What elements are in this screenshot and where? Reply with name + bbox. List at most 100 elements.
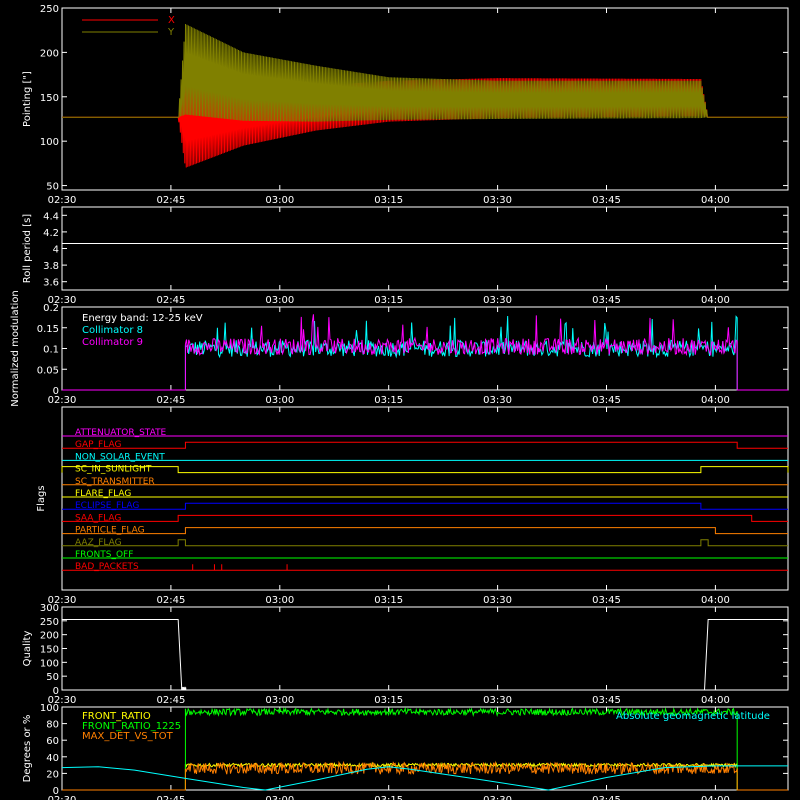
y-axis-label: Flags [36, 485, 47, 511]
y-tick-label: 200 [40, 631, 59, 642]
flag-line-aaz-flag [62, 539, 788, 547]
x-tick-label: 04:00 [701, 295, 730, 306]
x-tick-label: 04:00 [701, 695, 730, 706]
y-tick-label: 0.15 [37, 324, 59, 335]
series-line-collimator-8 [62, 315, 788, 391]
x-tick-label: 04:00 [701, 195, 730, 206]
x-tick-label: 03:00 [265, 195, 294, 206]
legend-label: X [168, 15, 175, 26]
x-tick-label: 03:45 [592, 295, 621, 306]
y-tick-label: 250 [40, 4, 59, 15]
flag-line-sc-in-sunlight [61, 466, 789, 474]
chart-canvas: 02:30 02:45 03:00 03:15 03:30 03:45 04:00 50 100… [10, 4, 789, 800]
y-tick-label: 50 [46, 182, 59, 193]
flag-line-eclipse-flag [62, 502, 788, 510]
legend-label: MAX_DET_VS_TOT [82, 731, 174, 742]
panel-pointing: 02:30 02:45 03:00 03:15 03:30 03:45 04:00 50 100… [22, 4, 789, 206]
panel-flags: 02:30 02:45 03:00 03:15 03:30 03:45 04:00Flags… [36, 406, 789, 606]
y-tick-label: 0.2 [43, 303, 59, 314]
y-tick-label: 4 [53, 245, 59, 256]
y-axis-label: Degrees or % [22, 715, 33, 783]
y-tick-label: 0 [53, 686, 59, 697]
x-tick-label: 02:45 [156, 295, 185, 306]
y-tick-label: 40 [46, 753, 59, 764]
flag-label: PARTICLE_FLAG [75, 526, 145, 536]
x-tick-label: 03:00 [265, 795, 294, 800]
flag-label: BAD_PACKETS [75, 562, 139, 572]
y-tick-label: 3.8 [43, 261, 59, 272]
x-tick-label: 03:30 [483, 595, 512, 606]
x-tick-label: 02:45 [156, 195, 185, 206]
legend-label: Collimator 8 [82, 325, 143, 336]
y-tick-label: 150 [40, 93, 59, 104]
x-tick-label: 03:15 [374, 395, 403, 406]
y-tick-label: 0 [53, 386, 59, 397]
y-tick-label: 60 [46, 736, 59, 747]
panel-frame [61, 406, 789, 591]
y-tick-label: 0 [53, 786, 59, 797]
y-axis-label: Quality [22, 631, 33, 667]
y-tick-label: 150 [40, 645, 59, 656]
y-tick-label: 100 [40, 137, 59, 148]
legend-label: Absolute geomagnetic latitude [616, 711, 770, 722]
flag-label: FRONTS_OFF [75, 550, 133, 560]
flag-line-saa-flag [62, 514, 788, 522]
x-tick-label: 04:00 [701, 795, 730, 800]
x-tick-label: 03:15 [374, 695, 403, 706]
flag-line-particle-flag [62, 527, 788, 535]
y-tick-label: 300 [40, 603, 59, 614]
panel-quality: 02:30 02:45 03:00 03:15 03:30 03:45 04:0005010… [22, 603, 789, 706]
y-tick-label: 0.05 [37, 365, 59, 376]
panel-modulation: 02:30 02:45 03:00 03:15 03:30 03:45 04:0000.05… [10, 290, 789, 407]
series-line-y [62, 24, 788, 122]
x-tick-label: 03:15 [374, 795, 403, 800]
x-tick-label: 03:00 [265, 595, 294, 606]
x-tick-label: 02:30 [48, 195, 77, 206]
x-tick-label: 03:45 [592, 795, 621, 800]
panel-ratios: 02:3002:4503:0003:1503:3003:4504:0002040… [22, 703, 789, 800]
flag-label: FLARE_FLAG [75, 489, 131, 499]
x-tick-label: 02:45 [156, 795, 185, 800]
flag-label: GAP_FLAG [75, 440, 121, 450]
y-tick-label: 4.4 [43, 211, 59, 222]
energy-band-annotation: Energy band: 12-25 keV [82, 313, 203, 324]
y-tick-label: 100 [40, 703, 59, 714]
flag-line-gap-flag [62, 441, 788, 449]
x-tick-label: 03:15 [374, 295, 403, 306]
flag-label: ECLIPSE_FLAG [75, 501, 139, 511]
x-tick-label: 03:45 [592, 695, 621, 706]
y-tick-label: 0.1 [43, 345, 59, 356]
series-line-quality [62, 618, 788, 691]
legend-label: Y [167, 27, 175, 38]
x-tick-label: 03:45 [592, 595, 621, 606]
y-tick-label: 250 [40, 617, 59, 628]
x-tick-label: 03:45 [592, 395, 621, 406]
x-tick-label: 03:30 [483, 195, 512, 206]
y-tick-label: 80 [46, 720, 59, 731]
x-tick-label: 02:45 [156, 595, 185, 606]
flag-label: SC_TRANSMITTER [75, 477, 155, 487]
x-tick-label: 03:00 [265, 295, 294, 306]
x-tick-label: 02:45 [156, 695, 185, 706]
x-tick-label: 03:45 [592, 195, 621, 206]
flag-label: SAA_FLAG [75, 513, 121, 523]
x-tick-label: 04:00 [701, 395, 730, 406]
x-tick-label: 04:00 [701, 595, 730, 606]
x-tick-label: 03:30 [483, 295, 512, 306]
x-tick-label: 02:45 [156, 395, 185, 406]
x-tick-label: 03:00 [265, 695, 294, 706]
panel-frame [61, 206, 789, 291]
y-axis-label: Pointing ["] [22, 71, 33, 127]
y-axis-label: Normalized modulation [10, 290, 21, 407]
panel-roll: 02:30 02:45 03:00 03:15 03:30 03:45 04:003.63.… [22, 206, 789, 306]
y-tick-label: 3.6 [43, 278, 59, 289]
x-tick-label: 03:00 [265, 395, 294, 406]
flag-label: SC_IN_SUNLIGHT [75, 465, 152, 475]
y-axis-label: Roll period [s] [22, 214, 33, 283]
y-tick-label: 4.2 [43, 228, 59, 239]
x-tick-label: 03:30 [483, 795, 512, 800]
y-tick-label: 100 [40, 658, 59, 669]
x-tick-label: 03:15 [374, 595, 403, 606]
flag-label: ATTENUATOR_STATE [75, 428, 167, 438]
quality-spikes [181, 686, 187, 690]
